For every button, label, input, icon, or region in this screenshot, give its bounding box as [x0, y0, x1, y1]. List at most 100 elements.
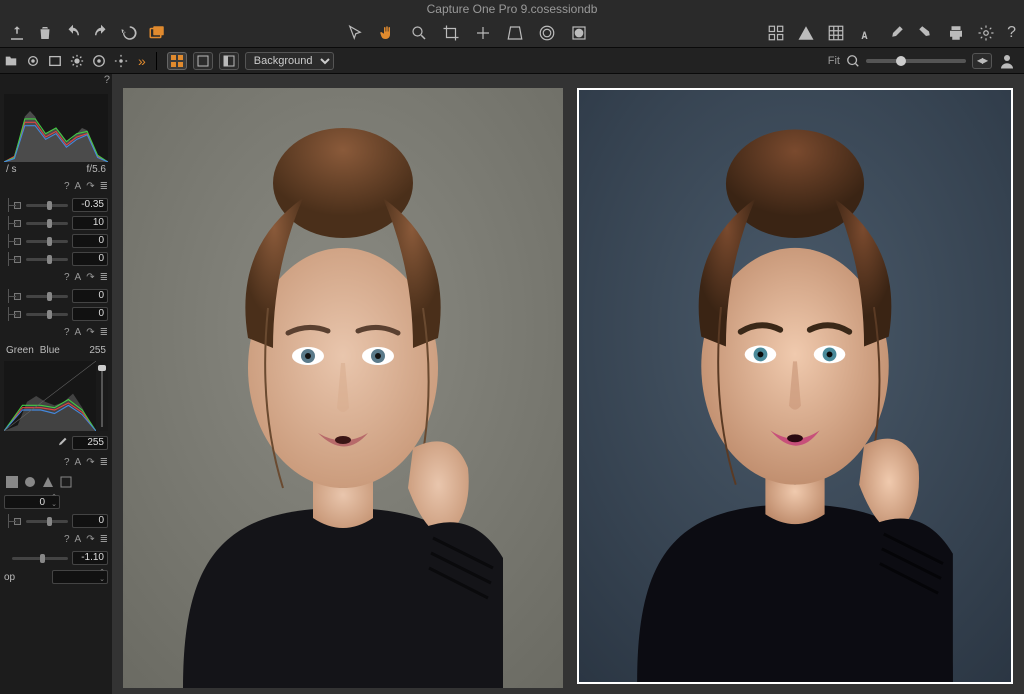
image-before[interactable] — [123, 88, 563, 688]
exposure-readout: / s f/5.6 — [0, 162, 112, 177]
slider[interactable] — [26, 295, 68, 298]
curve-white-point[interactable]: 255 — [89, 345, 106, 356]
view-list-button[interactable] — [219, 52, 239, 70]
tab-exposure-icon[interactable] — [70, 54, 84, 68]
saturation-value[interactable]: 0 — [72, 252, 108, 266]
tab-library-icon[interactable] — [4, 54, 18, 68]
redo-icon[interactable] — [92, 24, 110, 42]
hdr-shadow-value[interactable]: 0 — [72, 307, 108, 321]
reset-icon[interactable]: ↷ — [86, 327, 94, 338]
crop-row: op — [0, 567, 112, 587]
help-icon[interactable]: ? — [1007, 24, 1016, 42]
auto-icon[interactable]: A — [75, 181, 82, 192]
zoom-stepper[interactable] — [972, 53, 992, 69]
slider[interactable] — [26, 240, 68, 243]
tab-settings-icon[interactable] — [114, 54, 128, 68]
preset-d-icon[interactable] — [60, 476, 72, 488]
viewer-canvas[interactable] — [112, 74, 1024, 694]
auto-icon[interactable]: A — [75, 457, 82, 468]
expand-tabs-icon[interactable]: » — [136, 53, 146, 69]
hdr-shadow-row: 0 — [0, 305, 112, 323]
zoom-slider[interactable] — [866, 59, 966, 63]
image-after[interactable] — [577, 88, 1013, 684]
panel4-header: ? A ↷ ≣ — [0, 530, 112, 549]
eyedropper-in-icon[interactable] — [887, 24, 905, 42]
curve-picker-value[interactable]: 255 — [72, 436, 108, 450]
reset-icon[interactable]: ↷ — [86, 272, 94, 283]
warning-icon[interactable] — [797, 24, 815, 42]
curve-blue-tab[interactable]: Blue — [40, 345, 60, 356]
contrast-slider-row: 10 — [0, 214, 112, 232]
auto-icon[interactable]: A — [75, 272, 82, 283]
eyedropper-out-icon[interactable] — [917, 24, 935, 42]
tab-capture-icon[interactable] — [26, 54, 40, 68]
user-icon[interactable] — [998, 52, 1016, 70]
menu-icon[interactable]: ≣ — [100, 272, 108, 283]
auto-icon[interactable]: A — [75, 327, 82, 338]
slider[interactable] — [26, 204, 68, 207]
rotation-value[interactable]: -1.10 — [72, 551, 108, 565]
help-icon[interactable]: ? — [64, 272, 70, 283]
annotation-icon[interactable] — [857, 24, 875, 42]
settings-icon[interactable] — [977, 24, 995, 42]
exposure-value[interactable]: -0.35 — [72, 198, 108, 212]
slider[interactable] — [12, 557, 68, 560]
curve-picker-row: 255 — [0, 433, 112, 453]
view-filmstrip-button[interactable] — [193, 52, 213, 70]
menu-icon[interactable]: ≣ — [100, 181, 108, 192]
menu-icon[interactable]: ≣ — [100, 327, 108, 338]
panel2-header: ? A ↷ ≣ — [0, 268, 112, 287]
brightness-slider-row: 0 — [0, 232, 112, 250]
zoom-out-icon[interactable] — [846, 54, 860, 68]
spot-tool-icon[interactable] — [538, 24, 556, 42]
straighten-tool-icon[interactable] — [474, 24, 492, 42]
grid-view-icon[interactable] — [767, 24, 785, 42]
help-icon[interactable]: ? — [64, 457, 70, 468]
help-icon[interactable]: ? — [64, 327, 70, 338]
reset-icon[interactable]: ↷ — [86, 534, 94, 545]
variant-selector[interactable]: Background — [245, 52, 334, 70]
import-icon[interactable] — [8, 24, 26, 42]
reset-icon[interactable]: ↷ — [86, 181, 94, 192]
panel-help-icon[interactable]: ? — [104, 74, 110, 86]
crop-spinner[interactable] — [52, 570, 108, 584]
layers-icon[interactable] — [148, 24, 166, 42]
clarity-spinner[interactable]: 0 — [4, 495, 60, 509]
curve-picker-icon[interactable] — [56, 437, 68, 449]
help-icon[interactable]: ? — [64, 534, 70, 545]
slider[interactable] — [26, 258, 68, 261]
focus-mask-icon[interactable] — [827, 24, 845, 42]
hdr-high-value[interactable]: 0 — [72, 289, 108, 303]
preset-c-icon[interactable] — [42, 476, 54, 488]
slider[interactable] — [26, 520, 68, 523]
slider[interactable] — [26, 313, 68, 316]
crop-tool-icon[interactable] — [442, 24, 460, 42]
preset-b-icon[interactable] — [24, 476, 36, 488]
reset-icon[interactable]: ↷ — [86, 457, 94, 468]
view-grid-button[interactable] — [167, 52, 187, 70]
tab-lens-icon[interactable] — [92, 54, 106, 68]
preset-a-icon[interactable] — [6, 476, 18, 488]
curve-editor[interactable] — [4, 361, 108, 431]
undo-icon[interactable] — [64, 24, 82, 42]
menu-icon[interactable]: ≣ — [100, 457, 108, 468]
cursor-tool-icon[interactable] — [346, 24, 364, 42]
mask-tool-icon[interactable] — [570, 24, 588, 42]
tab-color-icon[interactable] — [48, 54, 62, 68]
keystone-tool-icon[interactable] — [506, 24, 524, 42]
curve-output-slider[interactable] — [96, 361, 108, 431]
help-icon[interactable]: ? — [64, 181, 70, 192]
rotate-icon[interactable] — [120, 24, 138, 42]
curve-green-tab[interactable]: Green — [6, 345, 34, 356]
rotation-row: -1.10 — [0, 549, 112, 567]
brightness-value[interactable]: 0 — [72, 234, 108, 248]
zoom-tool-icon[interactable] — [410, 24, 428, 42]
trash-icon[interactable] — [36, 24, 54, 42]
slider[interactable] — [26, 222, 68, 225]
menu-icon[interactable]: ≣ — [100, 534, 108, 545]
print-icon[interactable] — [947, 24, 965, 42]
hand-tool-icon[interactable] — [378, 24, 396, 42]
structure-value[interactable]: 0 — [72, 514, 108, 528]
contrast-value[interactable]: 10 — [72, 216, 108, 230]
auto-icon[interactable]: A — [75, 534, 82, 545]
